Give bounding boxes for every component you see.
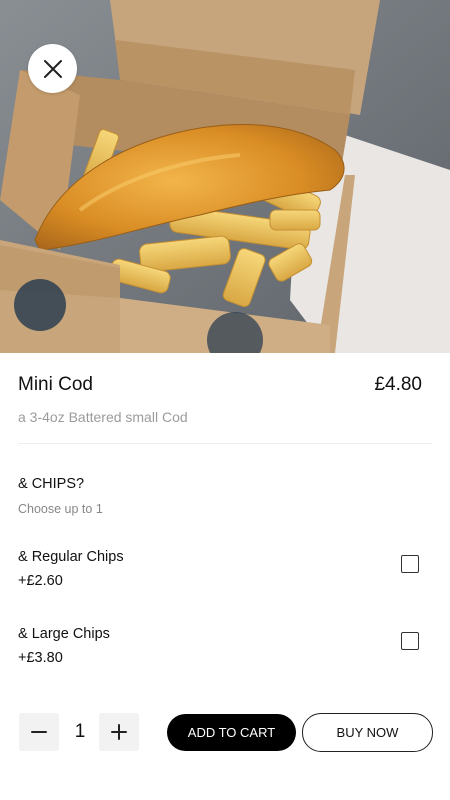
option-label: & Regular Chips (18, 549, 124, 565)
quantity-value: 1 (74, 721, 86, 742)
option-regular-chips[interactable]: & Regular Chips +£2.60 (18, 549, 428, 599)
add-to-cart-button[interactable]: ADD TO CART (167, 714, 296, 751)
product-description: a 3-4oz Battered small Cod (18, 409, 188, 425)
modifier-group-hint: Choose up to 1 (18, 502, 103, 516)
option-checkbox[interactable] (401, 632, 419, 650)
close-button[interactable] (28, 44, 77, 93)
product-header: Mini Cod £4.80 (18, 374, 422, 396)
option-checkbox[interactable] (401, 555, 419, 573)
plus-icon (111, 724, 127, 740)
close-icon (43, 59, 62, 78)
product-title: Mini Cod (18, 374, 93, 395)
option-label: & Large Chips (18, 626, 110, 642)
product-image (0, 0, 450, 353)
product-price: £4.80 (374, 374, 422, 395)
minus-icon (31, 731, 47, 733)
option-large-chips[interactable]: & Large Chips +£3.80 (18, 626, 428, 676)
divider (18, 443, 432, 444)
option-price: +£3.80 (18, 650, 63, 666)
buy-now-button[interactable]: BUY NOW (302, 713, 433, 752)
modifier-group-title: & CHIPS? (18, 476, 85, 492)
quantity-decrease-button[interactable] (19, 713, 59, 751)
quantity-increase-button[interactable] (99, 713, 139, 751)
option-price: +£2.60 (18, 573, 63, 589)
